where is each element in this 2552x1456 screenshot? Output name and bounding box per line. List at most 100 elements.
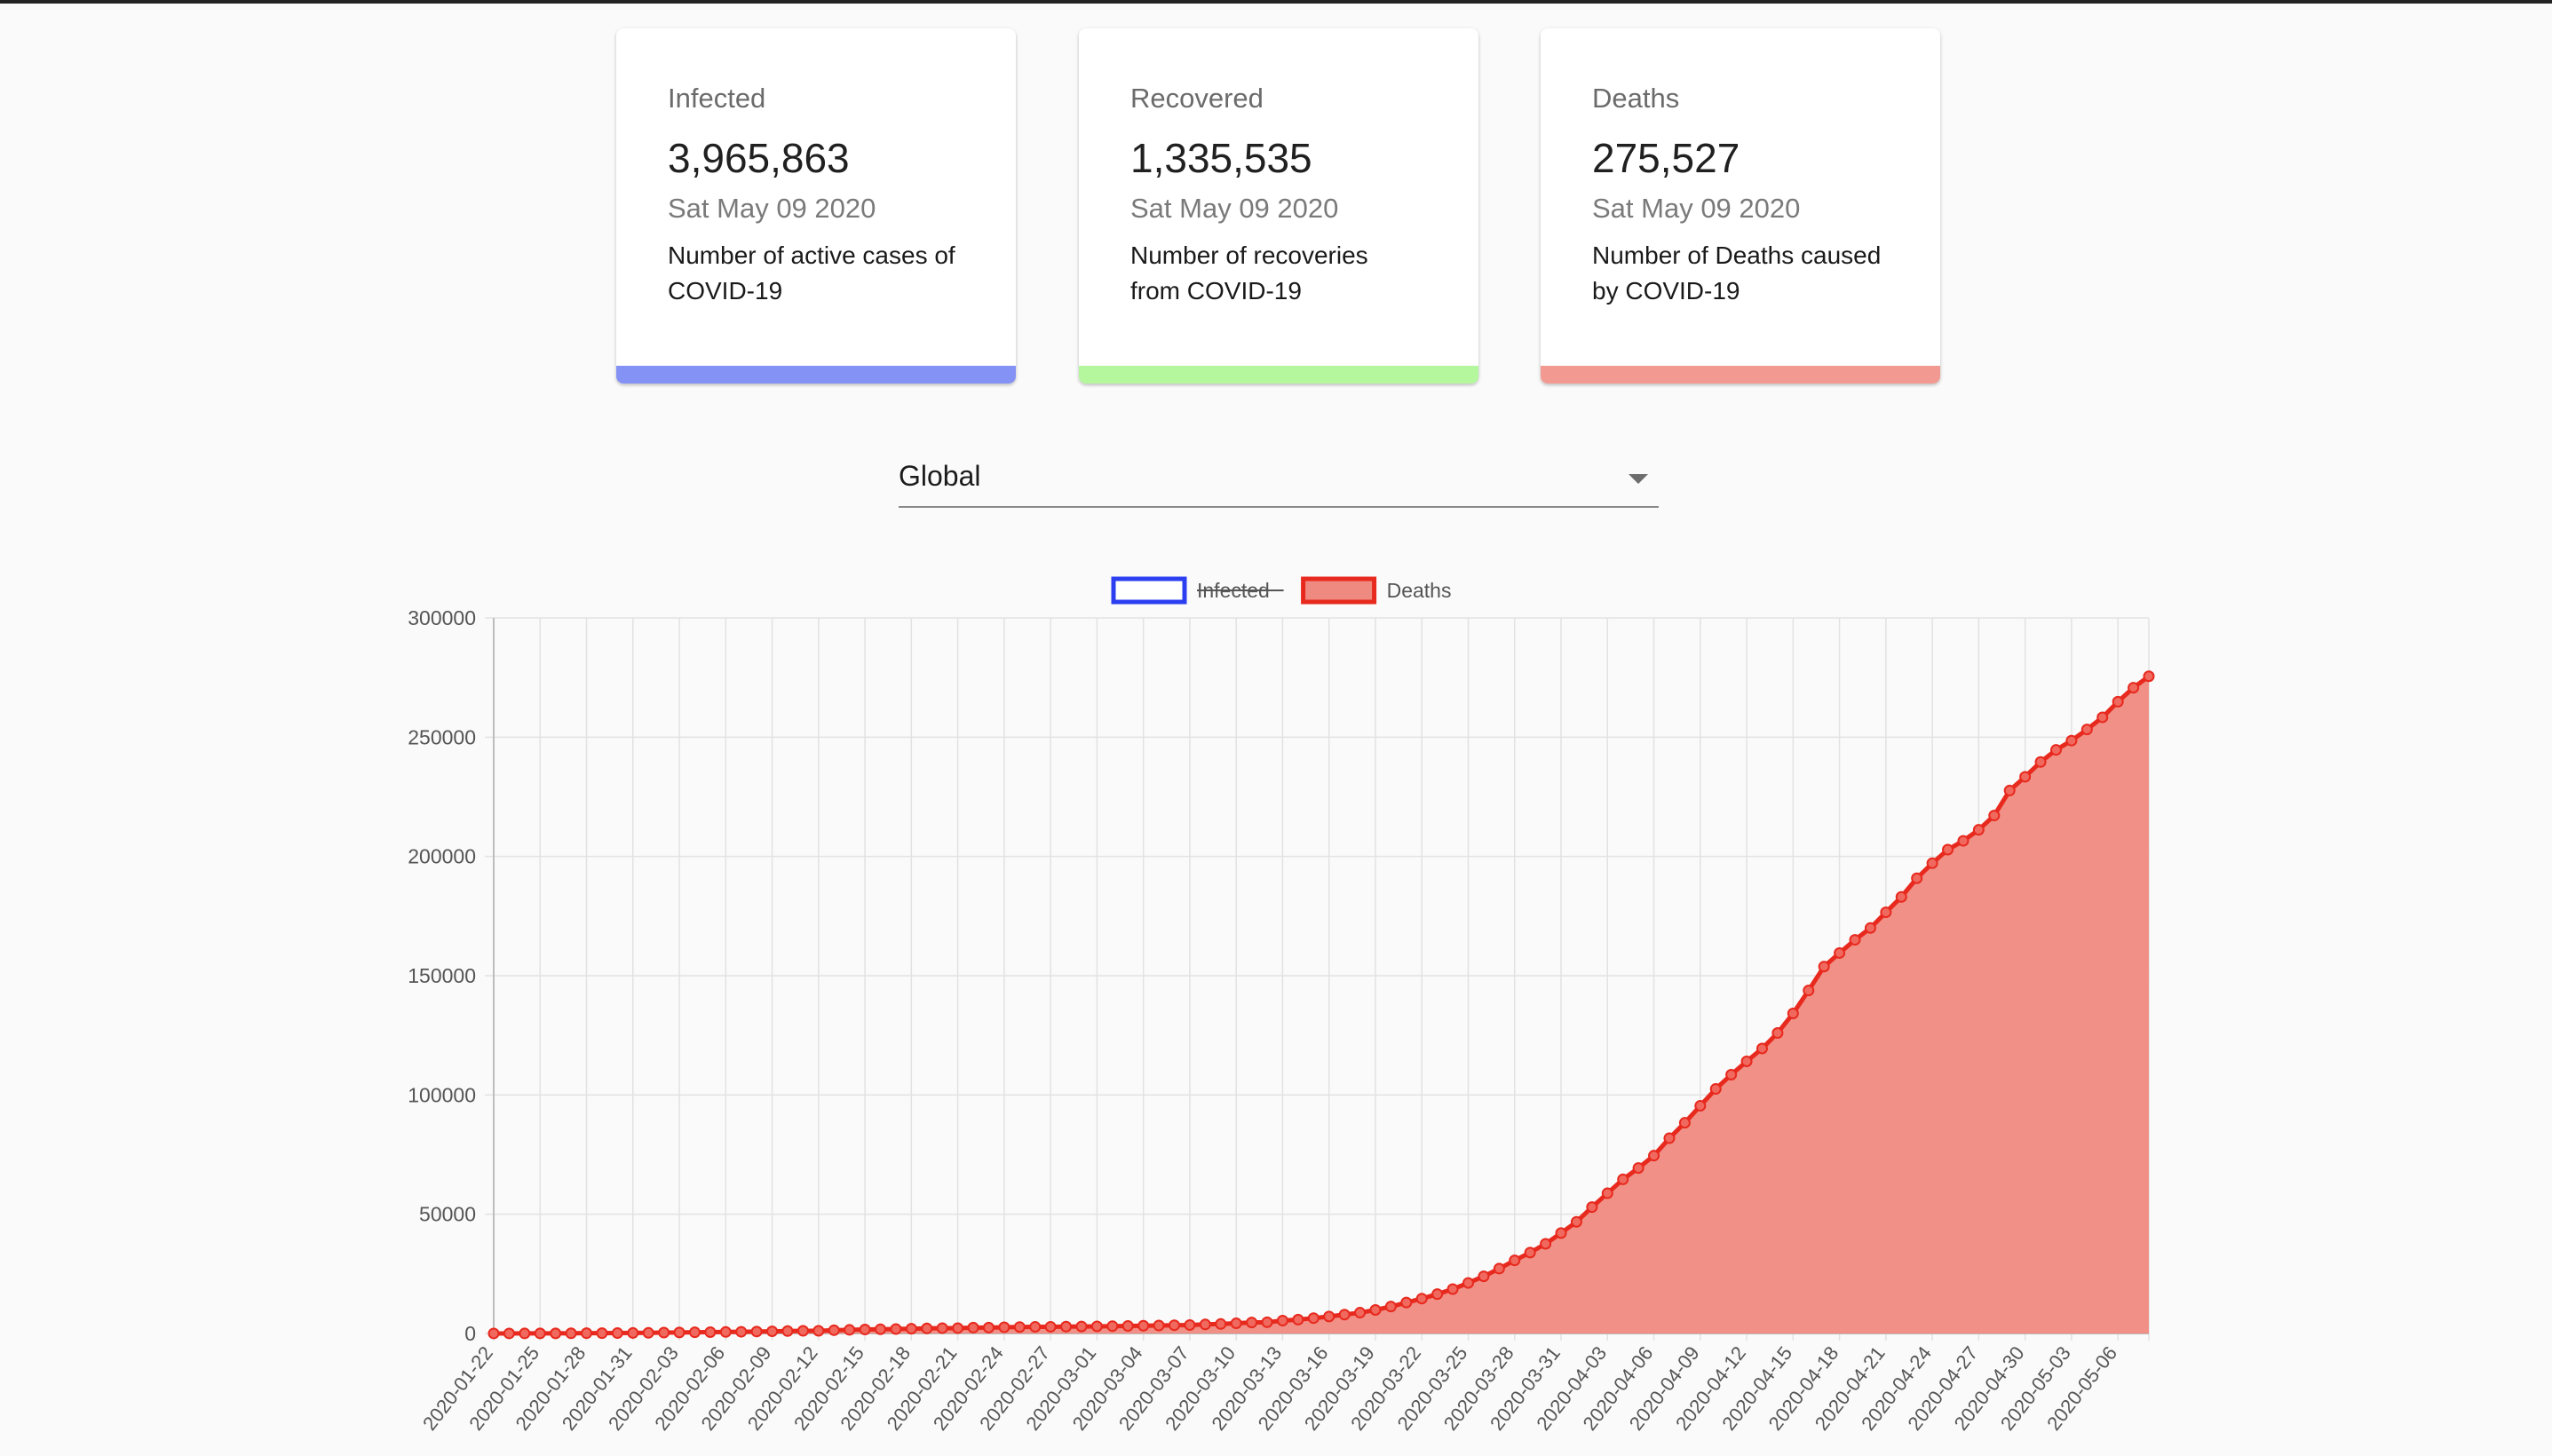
deaths-point bbox=[766, 1325, 779, 1338]
card-value: 275,527 bbox=[1592, 135, 1740, 182]
deaths-point bbox=[735, 1325, 748, 1338]
y-tick-label: 100000 bbox=[408, 1083, 476, 1106]
deaths-point bbox=[1261, 1316, 1273, 1328]
card-date: Sat May 09 2020 bbox=[1130, 193, 1339, 225]
deaths-point bbox=[565, 1327, 577, 1340]
card-color-bar bbox=[616, 366, 1016, 384]
deaths-point bbox=[1803, 985, 1815, 997]
y-tick-label: 0 bbox=[464, 1322, 476, 1345]
legend-label: Deaths bbox=[1387, 579, 1452, 602]
deaths-point bbox=[1524, 1246, 1536, 1259]
card-description: Number of active cases of COVID-19 bbox=[668, 238, 964, 309]
deaths-point bbox=[1509, 1254, 1521, 1267]
deaths-point bbox=[1787, 1008, 1799, 1020]
deaths-point bbox=[2003, 784, 2016, 796]
deaths-point bbox=[688, 1326, 701, 1339]
deaths-point bbox=[1246, 1317, 1258, 1329]
deaths-point bbox=[1060, 1320, 1073, 1333]
deaths-point bbox=[936, 1322, 948, 1334]
deaths-point bbox=[596, 1327, 608, 1340]
deaths-point bbox=[875, 1323, 887, 1335]
deaths-point bbox=[1215, 1318, 1227, 1330]
deaths-point bbox=[1307, 1312, 1320, 1325]
deaths-point bbox=[627, 1326, 639, 1339]
deaths-point bbox=[1446, 1283, 1459, 1295]
deaths-point bbox=[1694, 1100, 1707, 1112]
y-tick-label: 200000 bbox=[408, 845, 476, 868]
deaths-point bbox=[1400, 1296, 1413, 1309]
deaths-point bbox=[750, 1325, 763, 1338]
deaths-point bbox=[1354, 1307, 1367, 1319]
deaths-point bbox=[1663, 1132, 1676, 1144]
deaths-point bbox=[658, 1326, 670, 1339]
legend-swatch bbox=[1111, 576, 1187, 605]
deaths-point bbox=[859, 1324, 871, 1336]
recovered-card: Recovered 1,335,535 Sat May 09 2020 Numb… bbox=[1079, 28, 1478, 384]
y-tick-label: 50000 bbox=[419, 1203, 476, 1226]
card-description-line: from COVID-19 bbox=[1130, 276, 1302, 305]
deaths-point bbox=[2080, 724, 2093, 736]
deaths-point bbox=[1755, 1042, 1768, 1055]
deaths-point bbox=[998, 1321, 1010, 1333]
deaths-point bbox=[1121, 1320, 1134, 1333]
card-color-bar bbox=[1541, 366, 1940, 384]
card-value: 1,335,535 bbox=[1130, 135, 1312, 182]
deaths-point bbox=[1044, 1320, 1057, 1333]
deaths-point bbox=[1942, 843, 1954, 856]
deaths-point bbox=[519, 1327, 531, 1340]
deaths-point bbox=[1323, 1310, 1335, 1323]
deaths-point bbox=[673, 1326, 686, 1339]
deaths-point bbox=[581, 1327, 593, 1340]
deaths-chart: 0500001000001500002000002500003000002020… bbox=[408, 576, 2155, 1435]
card-label: Deaths bbox=[1592, 83, 1680, 114]
deaths-point bbox=[1090, 1320, 1103, 1333]
deaths-point bbox=[921, 1322, 933, 1334]
card-date: Sat May 09 2020 bbox=[1592, 193, 1801, 225]
deaths-point bbox=[1555, 1227, 1567, 1239]
deaths-point bbox=[952, 1322, 964, 1334]
deaths-point bbox=[797, 1325, 809, 1337]
card-description: Number of recoveries from COVID-19 bbox=[1130, 238, 1427, 309]
card-description-line: Number of recoveries bbox=[1130, 241, 1368, 269]
deaths-point bbox=[550, 1327, 562, 1340]
deaths-point bbox=[1864, 922, 1876, 934]
deaths-point bbox=[1431, 1288, 1444, 1301]
deaths-point bbox=[1106, 1320, 1119, 1333]
deaths-point bbox=[828, 1324, 840, 1336]
card-label: Infected bbox=[668, 83, 766, 114]
deaths-point bbox=[1972, 824, 1985, 836]
deaths-point bbox=[1849, 934, 1861, 946]
deaths-card: Deaths 275,527 Sat May 09 2020 Number of… bbox=[1541, 28, 1940, 384]
deaths-point bbox=[487, 1327, 500, 1340]
deaths-point bbox=[503, 1327, 515, 1340]
deaths-point bbox=[1029, 1321, 1042, 1333]
deaths-point bbox=[1540, 1238, 1552, 1250]
deaths-point bbox=[1709, 1083, 1722, 1096]
deaths-point bbox=[1384, 1301, 1397, 1313]
card-label: Recovered bbox=[1130, 83, 1264, 114]
deaths-point bbox=[1957, 835, 1969, 847]
deaths-point bbox=[1880, 906, 1892, 919]
card-description-line: Number of Deaths caused bbox=[1592, 241, 1882, 269]
y-tick-label: 300000 bbox=[408, 606, 476, 629]
deaths-point bbox=[1648, 1150, 1660, 1162]
deaths-point bbox=[1834, 946, 1846, 959]
deaths-point bbox=[844, 1324, 856, 1336]
deaths-point bbox=[1169, 1319, 1180, 1332]
deaths-point bbox=[2049, 744, 2062, 756]
card-color-bar bbox=[1079, 366, 1478, 384]
deaths-point bbox=[1184, 1318, 1196, 1331]
deaths-point bbox=[982, 1321, 995, 1333]
deaths-point bbox=[1617, 1173, 1629, 1185]
card-description: Number of Deaths caused by COVID-19 bbox=[1592, 238, 1889, 309]
deaths-point bbox=[1276, 1314, 1288, 1326]
legend-swatch bbox=[1301, 576, 1377, 605]
deaths-point bbox=[1230, 1318, 1242, 1330]
country-select[interactable]: Global bbox=[899, 444, 1659, 508]
deaths-point bbox=[2128, 682, 2140, 694]
chevron-down-icon[interactable] bbox=[1629, 474, 1648, 484]
deaths-point bbox=[1369, 1303, 1382, 1316]
deaths-point bbox=[890, 1323, 902, 1335]
deaths-point bbox=[1478, 1270, 1490, 1283]
deaths-point bbox=[1137, 1319, 1150, 1332]
